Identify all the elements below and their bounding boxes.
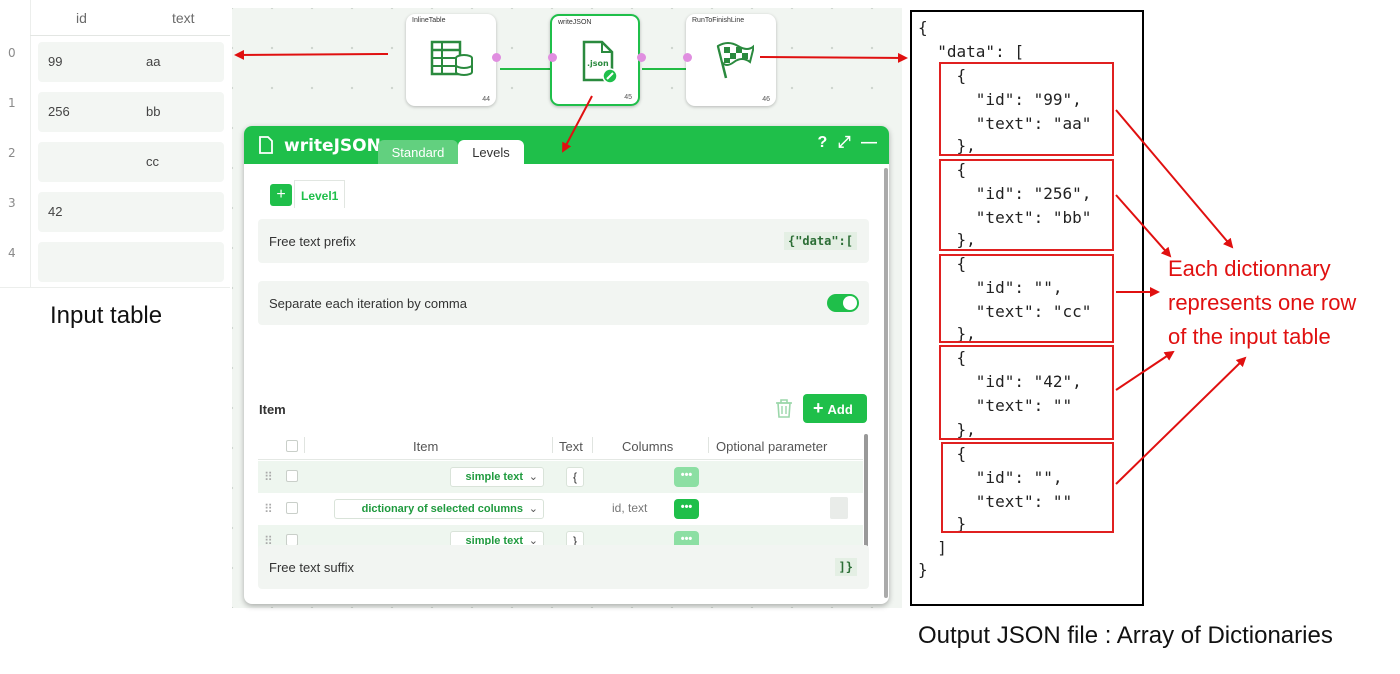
arrow-to-input-table: [234, 49, 389, 60]
annotation-arrow: [1115, 350, 1175, 391]
arrow-to-panel: [562, 95, 593, 153]
annotation-arrow: [1115, 194, 1172, 258]
annotation-arrow: [1115, 109, 1234, 249]
arrows-overlay: [234, 49, 1247, 485]
arrow-to-json-output: [759, 52, 908, 63]
